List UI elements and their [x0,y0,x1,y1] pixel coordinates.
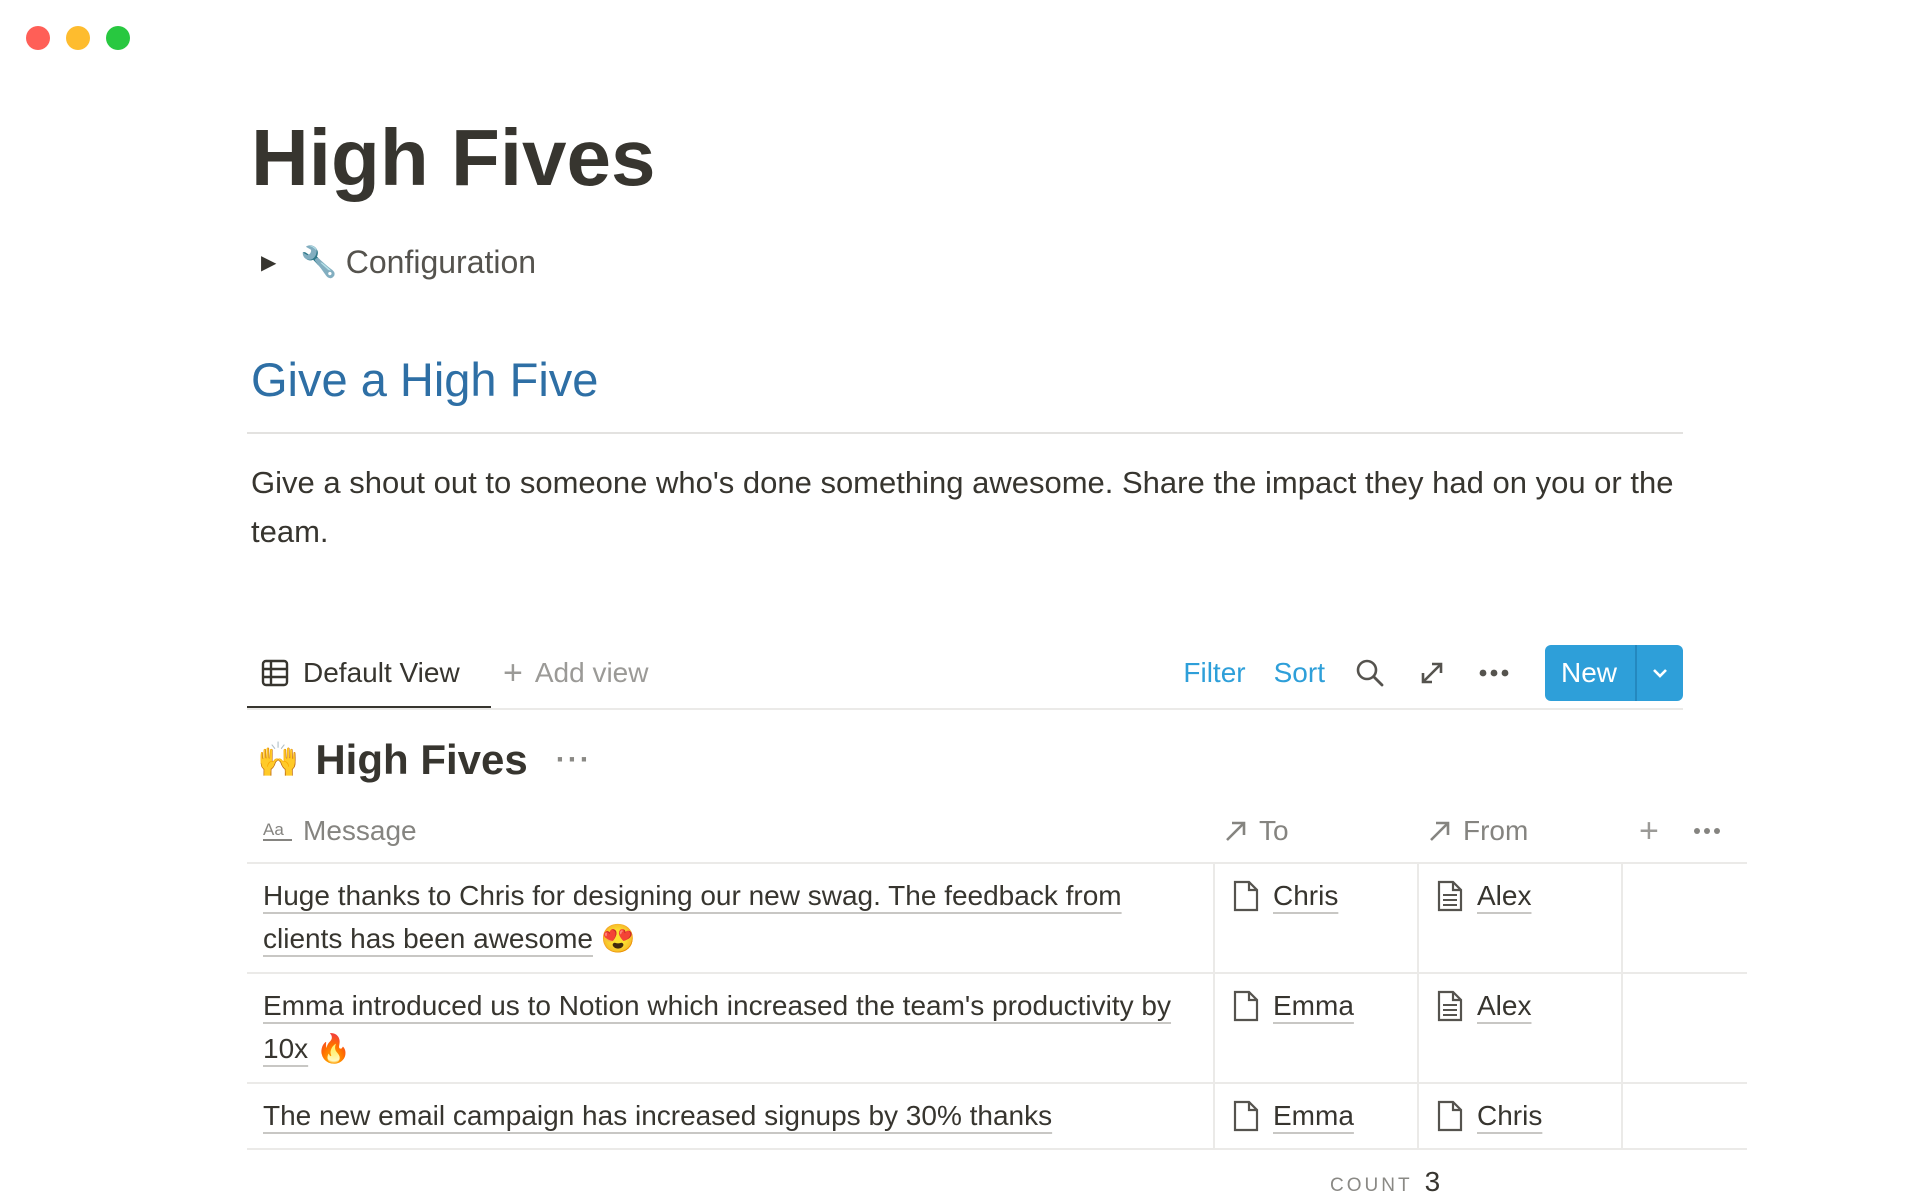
toggle-label: Configuration [345,244,537,280]
column-divider [1417,974,1419,1082]
view-bar: Default View + Add view Filter Sort New [247,640,1683,710]
to-name[interactable]: Emma [1273,1100,1354,1132]
column-label: To [1259,815,1289,846]
filter-button[interactable]: Filter [1183,657,1245,689]
text-property-icon: Aa [263,820,292,841]
from-cell[interactable]: Alex [1437,984,1531,1027]
add-property-icon[interactable]: + [1639,800,1659,862]
from-name[interactable]: Chris [1477,1100,1542,1132]
from-cell[interactable]: Chris [1437,1094,1542,1137]
add-view-label: Add view [534,657,649,688]
page-icon [1233,1100,1259,1131]
database-title-row: 🙌 High Fives ··· [257,736,592,784]
page-title[interactable]: High Fives [251,118,656,198]
message-text[interactable]: The new email campaign has increased sig… [263,1100,1052,1131]
search-icon[interactable] [1355,658,1385,688]
column-header-to[interactable]: To [1223,800,1289,862]
page-icon [1233,990,1259,1021]
column-header-message[interactable]: Aa Message [263,800,417,862]
column-divider [1417,864,1419,972]
table-header: Aa Message To From + [247,800,1747,864]
to-cell[interactable]: Emma [1233,1094,1354,1137]
description-text[interactable]: Give a shout out to someone who's done s… [251,458,1691,556]
view-bar-divider [247,708,1683,710]
raised-hands-icon: 🙌 [257,741,300,779]
table-row[interactable]: Emma introduced us to Notion which incre… [247,974,1747,1084]
page-text-icon [1437,990,1463,1021]
column-divider [1621,864,1623,972]
message-text[interactable]: Emma introduced us to Notion which incre… [263,990,1171,1064]
section-heading[interactable]: Give a High Five [251,352,598,407]
message-cell[interactable]: Huge thanks to Chris for designing our n… [263,874,1203,960]
from-name[interactable]: Alex [1477,880,1531,912]
to-name[interactable]: Emma [1273,990,1354,1022]
to-cell[interactable]: Emma [1233,984,1354,1027]
column-label: From [1463,815,1529,846]
tab-label: Default View [303,657,460,688]
database-table: Aa Message To From + Huge thanks to Chri… [247,800,1747,1150]
chevron-down-icon[interactable] [1635,645,1683,701]
column-divider [1621,974,1623,1082]
tab-default-view[interactable]: Default View [247,640,491,710]
relation-arrow-icon [1226,821,1246,841]
message-cell[interactable]: Emma introduced us to Notion which incre… [263,984,1203,1070]
close-window-button[interactable] [26,26,50,50]
database-more-icon[interactable]: ··· [556,743,592,777]
window-controls [26,26,130,50]
column-divider [1213,974,1215,1082]
to-name[interactable]: Chris [1273,880,1338,912]
sort-button[interactable]: Sort [1274,657,1325,689]
svg-text:Aa: Aa [263,820,284,839]
to-cell[interactable]: Chris [1233,874,1338,917]
heart-eyes-emoji: 😍 [600,923,636,954]
new-button[interactable]: New [1545,645,1635,701]
zoom-window-button[interactable] [106,26,130,50]
page-text-icon [1437,880,1463,911]
count-summary[interactable]: COUNT 3 [1330,1166,1440,1198]
count-label: COUNT [1330,1175,1413,1196]
configuration-toggle[interactable]: ▶ 🔧 Configuration [261,244,536,281]
new-button-group: New [1544,645,1683,701]
minimize-window-button[interactable] [66,26,90,50]
wrench-icon: 🔧 [300,246,338,279]
page-icon [1233,880,1259,911]
from-cell[interactable]: Alex [1437,874,1531,917]
from-name[interactable]: Alex [1477,990,1531,1022]
divider [247,432,1683,434]
column-divider [1417,1084,1419,1148]
column-divider [1213,864,1215,972]
table-more-icon[interactable] [1693,800,1731,862]
relation-arrow-icon [1430,821,1450,841]
database-title[interactable]: High Fives [315,736,527,784]
more-options-icon[interactable] [1479,669,1509,677]
plus-icon: + [503,653,523,692]
table-icon [261,659,289,687]
message-cell[interactable]: The new email campaign has increased sig… [263,1094,1203,1137]
fire-emoji: 🔥 [315,1033,351,1064]
page-icon [1437,1100,1463,1131]
count-value: 3 [1424,1166,1441,1197]
expand-icon[interactable] [1419,660,1445,686]
table-row[interactable]: The new email campaign has increased sig… [247,1084,1747,1150]
view-toolbar: Filter Sort New [1183,640,1683,706]
column-divider [1213,1084,1215,1148]
table-row[interactable]: Huge thanks to Chris for designing our n… [247,864,1747,974]
column-header-from[interactable]: From [1427,800,1528,862]
column-label: Message [303,815,417,846]
column-divider [1621,1084,1623,1148]
add-view-button[interactable]: + Add view [503,640,648,706]
message-text[interactable]: Huge thanks to Chris for designing our n… [263,880,1122,954]
toggle-triangle-icon[interactable]: ▶ [261,250,276,275]
